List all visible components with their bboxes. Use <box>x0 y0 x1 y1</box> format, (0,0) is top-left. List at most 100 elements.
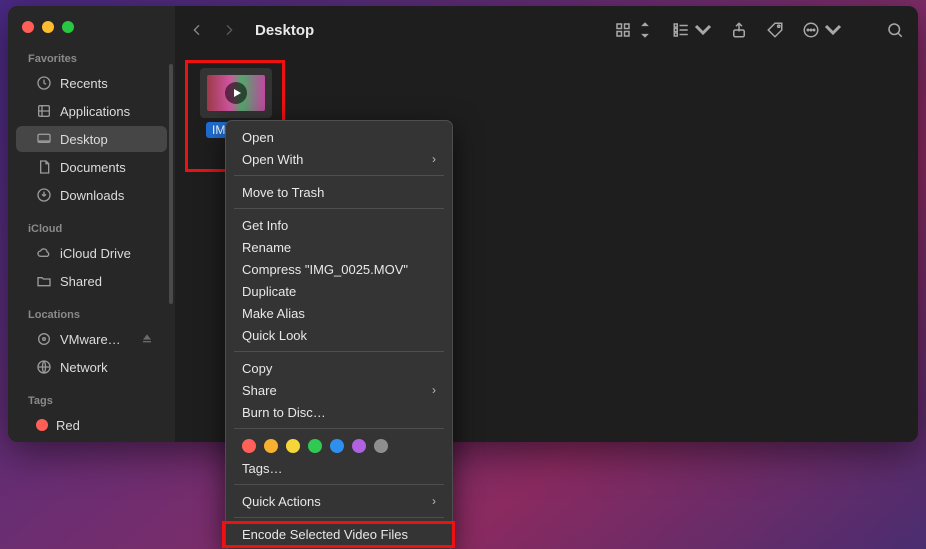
chevron-right-icon: › <box>432 494 436 508</box>
sidebar-item-label: iCloud Drive <box>60 246 131 261</box>
tag-color-gray[interactable] <box>374 439 388 453</box>
disk-icon <box>36 331 52 347</box>
maximize-button[interactable] <box>62 21 74 33</box>
play-icon <box>225 82 247 104</box>
sidebar-item-shared[interactable]: Shared <box>16 268 167 294</box>
up-down-icon <box>636 21 654 39</box>
close-button[interactable] <box>22 21 34 33</box>
menu-tag-picker <box>226 434 452 457</box>
eject-icon[interactable] <box>139 331 155 347</box>
sidebar-item-label: Downloads <box>60 188 124 203</box>
tag-color-green[interactable] <box>308 439 322 453</box>
menu-separator <box>234 351 444 352</box>
sidebar-section-icloud: iCloud <box>8 217 175 239</box>
menu-item-share[interactable]: Share › <box>226 379 452 401</box>
minimize-button[interactable] <box>42 21 54 33</box>
sidebar-item-label: VMware… <box>60 332 121 347</box>
menu-item-encode-video[interactable]: Encode Selected Video Files <box>226 523 452 545</box>
apps-icon <box>36 103 52 119</box>
menu-item-tags[interactable]: Tags… <box>226 457 452 479</box>
tag-color-yellow[interactable] <box>286 439 300 453</box>
group-by-button[interactable] <box>672 21 712 39</box>
menu-item-label: Get Info <box>242 218 288 233</box>
menu-item-label: Open With <box>242 152 303 167</box>
sidebar-item-label: Shared <box>60 274 102 289</box>
tag-color-orange[interactable] <box>264 439 278 453</box>
menu-item-quick-look[interactable]: Quick Look <box>226 324 452 346</box>
sidebar: Favorites Recents Applications Desktop D… <box>8 6 175 442</box>
view-icons-button[interactable] <box>614 21 654 39</box>
toolbar: Desktop <box>175 6 918 54</box>
menu-item-make-alias[interactable]: Make Alias <box>226 302 452 324</box>
menu-item-label: Duplicate <box>242 284 296 299</box>
menu-item-label: Share <box>242 383 277 398</box>
tag-color-red[interactable] <box>242 439 256 453</box>
forward-button[interactable] <box>221 22 237 38</box>
tags-button[interactable] <box>766 21 784 39</box>
sidebar-item-tag-red[interactable]: Red <box>16 412 167 438</box>
share-button[interactable] <box>730 21 748 39</box>
menu-item-label: Copy <box>242 361 272 376</box>
sidebar-item-recents[interactable]: Recents <box>16 70 167 96</box>
desktop-icon <box>36 131 52 147</box>
document-icon <box>36 159 52 175</box>
download-icon <box>36 187 52 203</box>
menu-item-label: Tags… <box>242 461 282 476</box>
sidebar-item-label: Recents <box>60 76 108 91</box>
menu-item-duplicate[interactable]: Duplicate <box>226 280 452 302</box>
menu-item-quick-actions[interactable]: Quick Actions › <box>226 490 452 512</box>
chevron-right-icon: › <box>432 152 436 166</box>
chevron-down-icon <box>694 21 712 39</box>
sidebar-item-vmware[interactable]: VMware… <box>16 326 167 352</box>
menu-item-copy[interactable]: Copy <box>226 357 452 379</box>
sidebar-item-label: Network <box>60 360 108 375</box>
sidebar-item-documents[interactable]: Documents <box>16 154 167 180</box>
menu-item-compress[interactable]: Compress "IMG_0025.MOV" <box>226 258 452 280</box>
sidebar-item-applications[interactable]: Applications <box>16 98 167 124</box>
menu-item-label: Rename <box>242 240 291 255</box>
menu-separator <box>234 517 444 518</box>
sidebar-item-desktop[interactable]: Desktop <box>16 126 167 152</box>
sidebar-section-favorites: Favorites <box>8 47 175 69</box>
video-thumbnail[interactable] <box>200 68 272 118</box>
chevron-right-icon: › <box>432 383 436 397</box>
sidebar-item-icloud-drive[interactable]: iCloud Drive <box>16 240 167 266</box>
menu-item-get-info[interactable]: Get Info <box>226 214 452 236</box>
sidebar-section-locations: Locations <box>8 303 175 325</box>
menu-item-open[interactable]: Open <box>226 126 452 148</box>
nav-arrows <box>189 22 237 38</box>
action-menu-button[interactable] <box>802 21 842 39</box>
menu-separator <box>234 484 444 485</box>
sidebar-item-label: Red <box>56 418 80 433</box>
sidebar-item-downloads[interactable]: Downloads <box>16 182 167 208</box>
menu-item-label: Burn to Disc… <box>242 405 326 420</box>
sidebar-item-label: Applications <box>60 104 130 119</box>
sidebar-item-network[interactable]: Network <box>16 354 167 380</box>
menu-item-burn[interactable]: Burn to Disc… <box>226 401 452 423</box>
chevron-down-icon <box>824 21 842 39</box>
search-button[interactable] <box>886 21 904 39</box>
menu-separator <box>234 208 444 209</box>
window-controls <box>8 16 175 47</box>
folder-icon <box>36 273 52 289</box>
tag-color-purple[interactable] <box>352 439 366 453</box>
menu-item-trash[interactable]: Move to Trash <box>226 181 452 203</box>
menu-separator <box>234 428 444 429</box>
sidebar-scrollbar[interactable] <box>169 64 173 304</box>
menu-item-label: Quick Actions <box>242 494 321 509</box>
menu-item-open-with[interactable]: Open With › <box>226 148 452 170</box>
menu-item-label: Compress "IMG_0025.MOV" <box>242 262 408 277</box>
menu-item-rename[interactable]: Rename <box>226 236 452 258</box>
cloud-icon <box>36 245 52 261</box>
menu-item-label: Encode Selected Video Files <box>242 527 408 542</box>
tag-color-blue[interactable] <box>330 439 344 453</box>
menu-separator <box>234 175 444 176</box>
menu-item-label: Open <box>242 130 274 145</box>
globe-icon <box>36 359 52 375</box>
menu-item-label: Move to Trash <box>242 185 324 200</box>
sidebar-item-label: Desktop <box>60 132 108 147</box>
back-button[interactable] <box>189 22 205 38</box>
sidebar-section-tags: Tags <box>8 389 175 411</box>
menu-item-label: Quick Look <box>242 328 307 343</box>
menu-item-label: Make Alias <box>242 306 305 321</box>
